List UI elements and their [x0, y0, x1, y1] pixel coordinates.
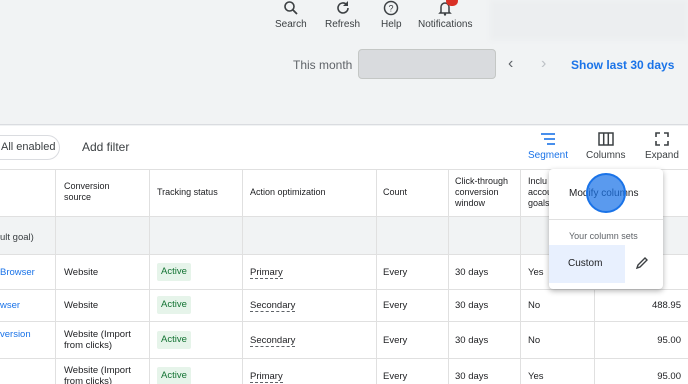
- row-divider: [0, 321, 688, 322]
- conversion-source-cell: Website (Import from clicks): [64, 329, 131, 351]
- segment-label: Segment: [528, 150, 569, 161]
- include-cell: Yes: [528, 371, 544, 382]
- goal-group-label: ult goal): [0, 232, 34, 243]
- status-badge: Active: [157, 296, 191, 314]
- columns-label: Columns: [586, 150, 626, 161]
- svg-text:?: ?: [389, 4, 394, 14]
- segment-icon: [541, 133, 556, 145]
- previous-period-icon[interactable]: ‹: [508, 55, 513, 73]
- click-indicator: [586, 173, 626, 213]
- expand-label: Expand: [645, 150, 679, 161]
- count-cell: Every: [383, 335, 408, 346]
- expand-button[interactable]: Expand: [645, 132, 679, 161]
- column-divider: [55, 169, 56, 384]
- action-optimization-cell[interactable]: Primary: [250, 371, 283, 383]
- menu-divider: [549, 219, 663, 220]
- expand-icon: [655, 132, 669, 146]
- value-cell: 95.00: [657, 371, 681, 382]
- column-divider: [242, 169, 243, 384]
- help-button[interactable]: ? Help: [381, 0, 402, 30]
- value-cell: 95.00: [657, 335, 681, 346]
- notification-badge: [446, 0, 458, 6]
- account-info-blurred: [490, 0, 688, 40]
- window-cell: 30 days: [455, 335, 489, 346]
- conversion-name-link[interactable]: Browser: [0, 267, 35, 278]
- help-icon: ?: [384, 0, 399, 16]
- refresh-button[interactable]: Refresh: [325, 0, 360, 30]
- conversion-name-link[interactable]: wser: [0, 300, 20, 311]
- column-divider: [520, 169, 521, 384]
- include-cell: Yes: [528, 267, 544, 278]
- show-last-30-days-link[interactable]: Show last 30 days: [571, 58, 674, 72]
- count-cell: Every: [383, 300, 408, 311]
- conversion-source-cell: Website: [64, 300, 99, 311]
- column-divider: [376, 169, 377, 384]
- count-cell: Every: [383, 267, 408, 278]
- search-button[interactable]: Search: [275, 0, 307, 30]
- segment-button[interactable]: Segment: [528, 132, 568, 161]
- include-cell: No: [528, 335, 541, 346]
- search-icon: [284, 1, 298, 15]
- header-click-through-window[interactable]: Click-through conversion window: [455, 176, 517, 209]
- refresh-label: Refresh: [325, 19, 361, 30]
- next-period-icon[interactable]: ›: [541, 55, 546, 73]
- custom-column-set-item[interactable]: Custom: [549, 245, 625, 283]
- top-header: Search Refresh ? Help Notifications This…: [0, 0, 688, 125]
- search-label: Search: [275, 19, 307, 30]
- header-action-optimization[interactable]: Action optimization: [250, 187, 326, 198]
- refresh-icon: [336, 1, 349, 14]
- status-filter-chip[interactable]: All enabled: [0, 135, 60, 160]
- count-cell: Every: [383, 371, 408, 382]
- columns-icon: [597, 132, 614, 146]
- header-conversion-source[interactable]: Conversion source: [64, 181, 134, 203]
- window-cell: 30 days: [455, 300, 489, 311]
- status-badge: Active: [157, 263, 191, 281]
- conversion-source-cell: Website: [64, 267, 99, 278]
- header-tracking-status[interactable]: Tracking status: [157, 187, 218, 198]
- status-badge: Active: [157, 331, 191, 349]
- date-range-label: This month: [293, 58, 353, 72]
- column-sets-heading: Your column sets: [569, 231, 638, 241]
- status-badge: Active: [157, 367, 191, 384]
- value-cell: 488.95: [651, 300, 681, 311]
- help-label: Help: [381, 19, 402, 30]
- add-filter-button[interactable]: Add filter: [82, 140, 129, 154]
- window-cell: 30 days: [455, 267, 489, 278]
- date-range-picker[interactable]: [358, 49, 496, 79]
- action-optimization-cell[interactable]: Primary: [250, 267, 283, 279]
- action-optimization-cell[interactable]: Secondary: [250, 300, 296, 312]
- edit-pencil-icon[interactable]: [635, 256, 649, 270]
- notifications-button[interactable]: Notifications: [418, 0, 472, 30]
- notifications-label: Notifications: [418, 19, 473, 30]
- column-divider: [448, 169, 449, 384]
- columns-button[interactable]: Columns: [586, 132, 625, 161]
- header-include-in-goals[interactable]: Inclu accou goals: [528, 176, 552, 209]
- conversion-source-cell: Website (Import from clicks): [64, 365, 131, 384]
- window-cell: 30 days: [455, 371, 489, 382]
- header-count[interactable]: Count: [383, 187, 407, 198]
- include-cell: No: [528, 300, 541, 311]
- column-divider: [149, 169, 150, 384]
- action-optimization-cell[interactable]: Secondary: [250, 335, 296, 347]
- conversion-name-link[interactable]: version: [0, 329, 31, 340]
- row-divider: [0, 358, 688, 359]
- row-divider: [0, 289, 688, 290]
